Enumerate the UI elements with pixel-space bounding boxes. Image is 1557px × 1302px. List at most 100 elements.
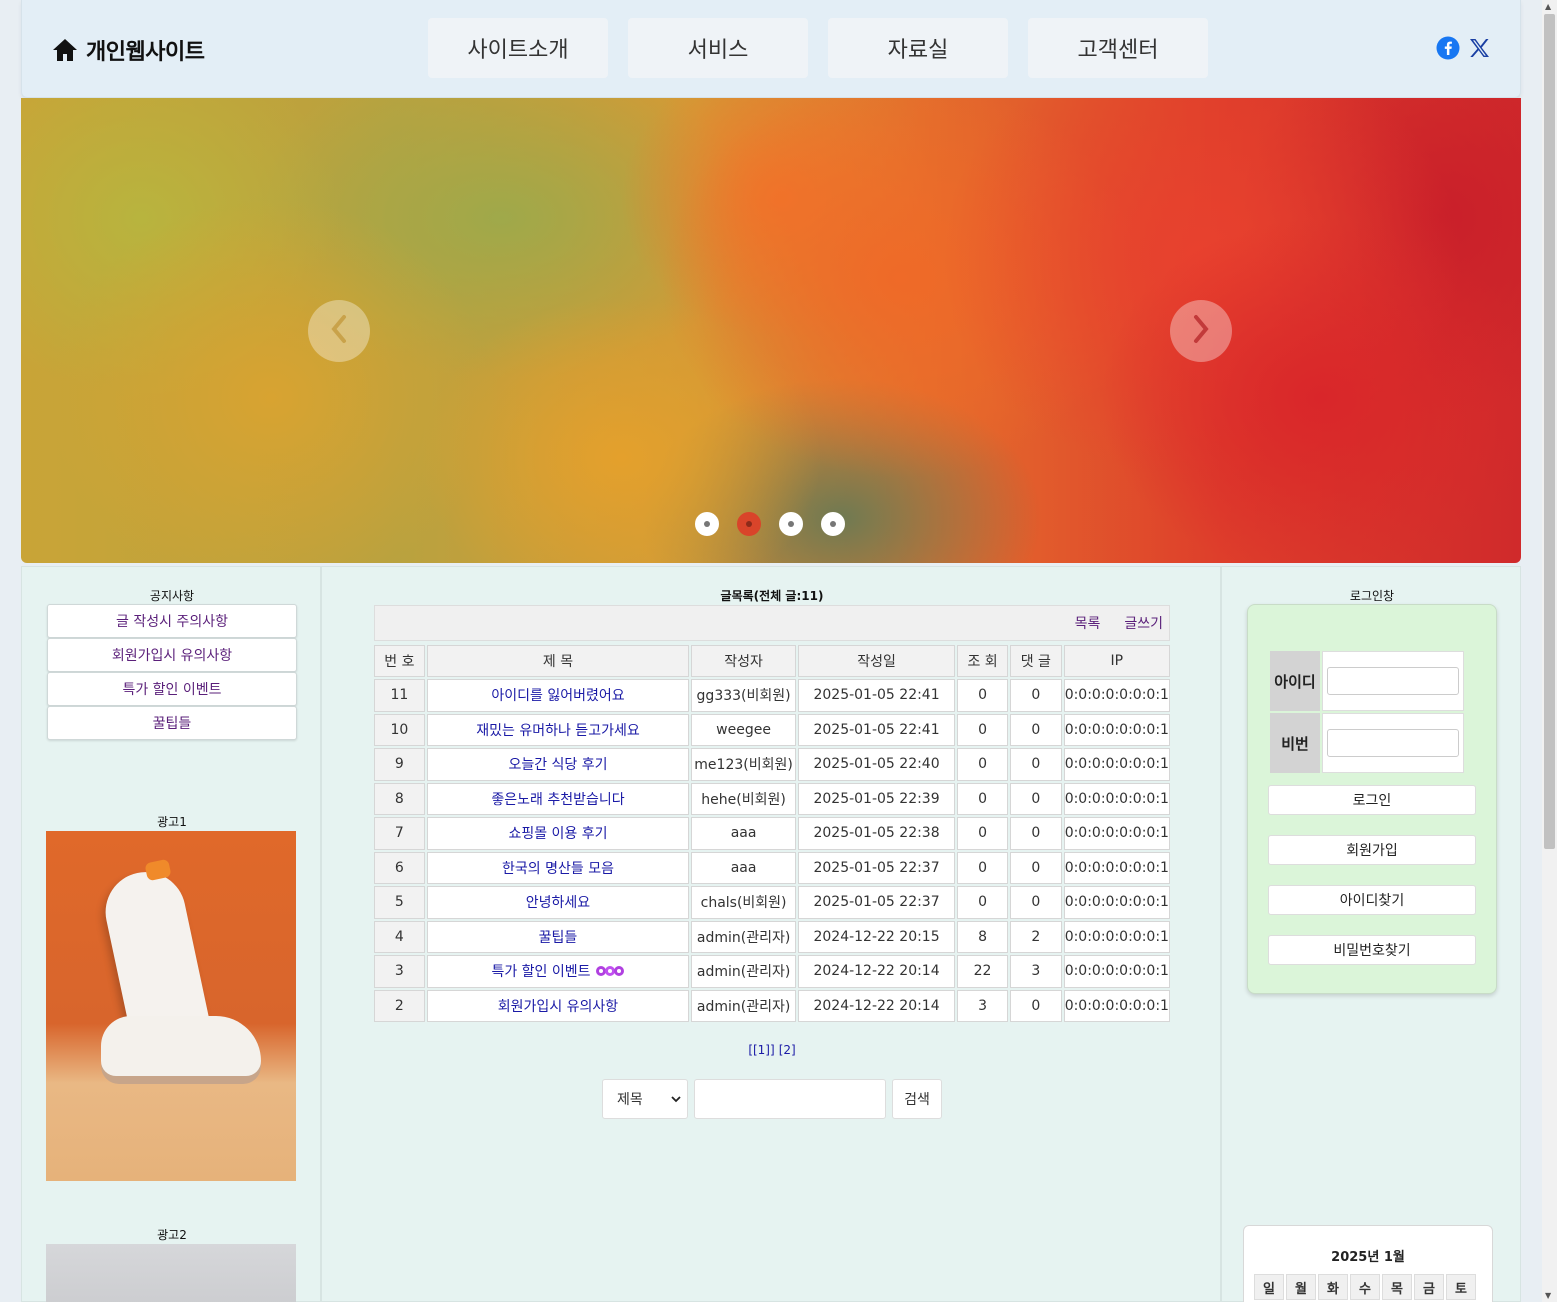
cell-subject[interactable]: 오늘간 식당 후기	[426, 748, 690, 781]
post-title-link[interactable]: 회원가입시 유의사항	[498, 999, 618, 1015]
x-icon[interactable]	[1468, 37, 1490, 63]
page-link[interactable]: [2]	[779, 1043, 796, 1057]
cell-ip: 0:0:0:0:0:0:0:1	[1063, 886, 1170, 919]
cell-writer: me123(비회원)	[691, 748, 796, 781]
weekday-label: 토	[1446, 1274, 1476, 1300]
search-input[interactable]	[694, 1079, 886, 1119]
board-toolbar: 목록 글쓰기	[374, 605, 1170, 641]
cell-comments: 0	[1009, 851, 1062, 884]
cell-no: 4	[374, 920, 425, 953]
id-row: 아이디	[1270, 651, 1464, 711]
social-links	[1436, 36, 1490, 64]
page-link[interactable]: [[1]]	[748, 1043, 774, 1057]
shoe-shape	[101, 1016, 261, 1076]
list-link[interactable]: 목록	[1075, 613, 1101, 633]
weekday-label: 금	[1414, 1274, 1444, 1300]
search-button[interactable]: 검색	[892, 1079, 942, 1119]
col-header-no: 번 호	[374, 645, 425, 677]
page-scrollbar[interactable]: ▲ ▼	[1542, 0, 1557, 1302]
table-header-row: 번 호 제 목 작성자 작성일 조 회 댓 글 IP	[374, 645, 1170, 677]
scrollbar-thumb[interactable]	[1544, 14, 1555, 849]
slider-dot-active[interactable]	[737, 512, 761, 536]
id-field-wrap	[1322, 651, 1464, 711]
cell-writer: aaa	[691, 817, 796, 850]
cell-ip: 0:0:0:0:0:0:0:1	[1063, 782, 1170, 815]
nav-item-support[interactable]: 고객센터	[1028, 18, 1208, 78]
join-button[interactable]: 회원가입	[1268, 835, 1476, 865]
cell-subject[interactable]: 쇼핑몰 이용 후기	[426, 817, 690, 850]
cell-subject[interactable]: 안녕하세요	[426, 886, 690, 919]
cell-comments: 3	[1009, 955, 1062, 988]
notice-item[interactable]: 글 작성시 주의사항	[47, 604, 297, 638]
post-title-link[interactable]: 쇼핑몰 이용 후기	[508, 826, 607, 842]
id-input[interactable]	[1327, 667, 1459, 695]
cell-no: 8	[374, 782, 425, 815]
scroll-up-icon[interactable]: ▲	[1545, 2, 1551, 11]
cell-date: 2025-01-05 22:41	[797, 679, 956, 712]
slider-prev-button[interactable]	[308, 300, 370, 362]
search-field-select[interactable]: 제목	[602, 1079, 688, 1119]
find-password-button[interactable]: 비밀번호찾기	[1268, 935, 1476, 965]
post-title-link[interactable]: 안녕하세요	[526, 895, 590, 911]
nav-item-services[interactable]: 서비스	[628, 18, 808, 78]
slider-dot[interactable]	[695, 512, 719, 536]
cell-subject[interactable]: 재밌는 유머하나 듣고가세요	[426, 713, 690, 746]
site-logo[interactable]: 개인웹사이트	[52, 34, 205, 66]
cell-date: 2025-01-05 22:37	[797, 886, 956, 919]
cell-subject[interactable]: 특가 할인 이벤트	[426, 955, 690, 988]
slider-dot[interactable]	[821, 512, 845, 536]
cell-ip: 0:0:0:0:0:0:0:1	[1063, 713, 1170, 746]
cell-subject[interactable]: 좋은노래 추천받습니다	[426, 782, 690, 815]
post-title-link[interactable]: 한국의 명산들 모음	[502, 861, 614, 877]
slider-dot[interactable]	[779, 512, 803, 536]
scroll-down-icon[interactable]: ▼	[1545, 1291, 1551, 1300]
cell-comments: 0	[1009, 748, 1062, 781]
chevron-left-icon	[329, 314, 349, 348]
cell-comments: 0	[1009, 713, 1062, 746]
board-table: 번 호 제 목 작성자 작성일 조 회 댓 글 IP 11 아이디를 잃어버렸어요…	[372, 643, 1172, 1024]
cell-writer: gg333(비회원)	[691, 679, 796, 712]
find-id-button[interactable]: 아이디찾기	[1268, 885, 1476, 915]
facebook-icon[interactable]	[1436, 36, 1460, 64]
password-input[interactable]	[1327, 729, 1459, 757]
post-title-link[interactable]: 좋은노래 추천받습니다	[491, 792, 624, 808]
cell-no: 6	[374, 851, 425, 884]
post-title-link[interactable]: 아이디를 잃어버렸어요	[491, 688, 624, 704]
weekday-label: 월	[1286, 1274, 1316, 1300]
cell-date: 2025-01-05 22:39	[797, 782, 956, 815]
cell-writer: admin(관리자)	[691, 989, 796, 1022]
cell-views: 22	[957, 955, 1008, 988]
notice-item[interactable]: 특가 할인 이벤트	[47, 672, 297, 706]
search-bar: 제목 검색	[602, 1079, 942, 1119]
cell-ip: 0:0:0:0:0:0:0:1	[1063, 679, 1170, 712]
cell-views: 0	[957, 782, 1008, 815]
cell-subject[interactable]: 회원가입시 유의사항	[426, 989, 690, 1022]
post-title-link[interactable]: 특가 할인 이벤트	[491, 964, 590, 980]
cell-subject[interactable]: 아이디를 잃어버렸어요	[426, 679, 690, 712]
cell-comments: 0	[1009, 679, 1062, 712]
cell-subject[interactable]: 한국의 명산들 모음	[426, 851, 690, 884]
cell-ip: 0:0:0:0:0:0:0:1	[1063, 955, 1170, 988]
calendar-title: 2025년 1월	[1331, 1250, 1405, 1265]
cell-no: 7	[374, 817, 425, 850]
cell-subject[interactable]: 꿀팁들	[426, 920, 690, 953]
post-title-link[interactable]: 오늘간 식당 후기	[508, 757, 607, 773]
calendar-weekdays: 일 월 화 수 목 금 토	[1254, 1274, 1476, 1300]
login-box: 아이디 비번 로그인 회원가입 아이디찾기 비밀번호찾기	[1247, 604, 1497, 994]
notice-item[interactable]: 꿀팁들	[47, 706, 297, 740]
nav-item-library[interactable]: 자료실	[828, 18, 1008, 78]
ad2-image[interactable]	[46, 1244, 296, 1302]
post-title-link[interactable]: 꿀팁들	[539, 930, 578, 946]
table-row: 11 아이디를 잃어버렸어요 gg333(비회원) 2025-01-05 22:41 0…	[374, 679, 1170, 712]
ad1-image[interactable]	[46, 831, 296, 1181]
cell-comments: 2	[1009, 920, 1062, 953]
login-button[interactable]: 로그인	[1268, 785, 1476, 815]
weekday-label: 일	[1254, 1274, 1284, 1300]
col-header-date: 작성일	[797, 645, 956, 677]
post-title-link[interactable]: 재밌는 유머하나 듣고가세요	[476, 723, 639, 739]
cell-ip: 0:0:0:0:0:0:0:1	[1063, 851, 1170, 884]
nav-item-about[interactable]: 사이트소개	[428, 18, 608, 78]
write-link[interactable]: 글쓰기	[1124, 613, 1163, 633]
notice-item[interactable]: 회원가입시 유의사항	[47, 638, 297, 672]
slider-next-button[interactable]	[1170, 300, 1232, 362]
